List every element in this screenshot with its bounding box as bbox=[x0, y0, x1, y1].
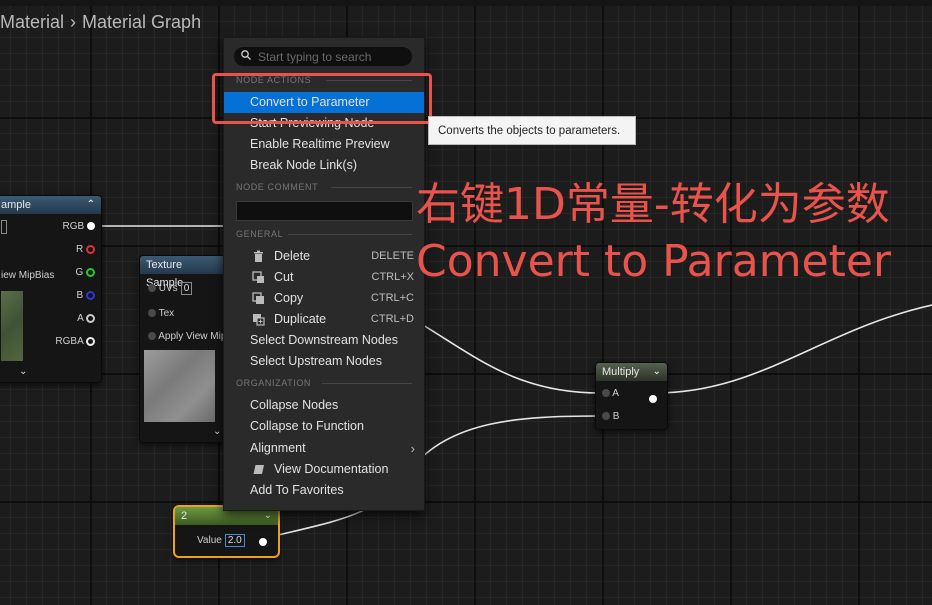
multiply-node[interactable]: Multiply ⌄ A B bbox=[595, 362, 668, 430]
output-pin[interactable] bbox=[649, 390, 657, 408]
pin-rgb[interactable]: RGB bbox=[63, 221, 95, 232]
input-a[interactable]: A bbox=[602, 388, 619, 399]
constant-node[interactable]: 2 ⌄ Value 2.0 bbox=[173, 505, 280, 558]
menu-item-cut[interactable]: Cut CTRL+X bbox=[224, 267, 424, 288]
input-b[interactable]: B bbox=[602, 411, 619, 422]
input-uvs[interactable]: UVs 0 bbox=[148, 282, 193, 295]
pin-circle-icon bbox=[86, 313, 95, 323]
uvs-input-box[interactable] bbox=[1, 220, 7, 234]
annotation-chinese: 右键1D常量-转化为参数 bbox=[416, 179, 890, 230]
pin-circle-icon bbox=[148, 284, 156, 293]
annotation-english: Convert to Parameter bbox=[416, 236, 892, 287]
trash-icon bbox=[254, 250, 263, 262]
annotation-highlight-box bbox=[212, 73, 432, 124]
pin-circle-icon bbox=[87, 222, 95, 231]
texture-preview bbox=[1, 291, 23, 361]
input-view-mipbias: iew MipBias bbox=[1, 270, 55, 281]
pin-b[interactable]: B bbox=[77, 290, 95, 301]
node-title: 2 bbox=[181, 510, 188, 522]
menu-item-enable-realtime-preview[interactable]: Enable Realtime Preview bbox=[224, 134, 424, 155]
input-apply-view-mip[interactable]: Apply View Mip bbox=[148, 331, 226, 342]
pin-circle-icon bbox=[602, 412, 610, 421]
pin-r[interactable]: R bbox=[76, 244, 95, 255]
section-node-comment: NODE COMMENT bbox=[236, 182, 412, 192]
book-icon bbox=[252, 464, 264, 475]
constant-value-row: Value 2.0 bbox=[197, 534, 245, 547]
node-title: ample bbox=[1, 199, 31, 211]
pin-circle-icon bbox=[86, 290, 95, 300]
texture-sample-node[interactable]: Texture Sample UVs 0 Tex Apply View Mip ⌄ bbox=[139, 255, 229, 443]
node-title: Multiply bbox=[602, 366, 640, 378]
node-header: ample ⌃ bbox=[0, 196, 101, 214]
pin-circle-icon bbox=[649, 394, 657, 403]
node-header: Texture Sample bbox=[140, 256, 228, 289]
cut-icon bbox=[252, 271, 264, 283]
pin-rgba[interactable]: RGBA bbox=[55, 336, 95, 347]
menu-item-collapse-nodes[interactable]: Collapse Nodes bbox=[224, 395, 424, 416]
menu-item-duplicate[interactable]: Duplicate CTRL+D bbox=[224, 309, 424, 330]
node-header: Multiply ⌄ bbox=[596, 363, 667, 381]
menu-item-select-downstream-nodes[interactable]: Select Downstream Nodes bbox=[224, 330, 424, 351]
collapse-icon[interactable]: ⌃ bbox=[87, 196, 95, 214]
pin-circle-icon bbox=[148, 332, 156, 341]
menu-item-view-documentation[interactable]: View Documentation bbox=[224, 459, 424, 480]
search-input[interactable] bbox=[258, 48, 408, 65]
pin-circle-icon bbox=[86, 244, 95, 254]
copy-icon bbox=[252, 292, 264, 304]
menu-item-break-node-links[interactable]: Break Node Link(s) bbox=[224, 155, 424, 176]
menu-item-alignment[interactable]: Alignment › bbox=[224, 438, 424, 459]
input-tex[interactable]: Tex bbox=[148, 308, 174, 319]
search-icon bbox=[241, 50, 251, 60]
texture-sample-node-left[interactable]: ample ⌃ RGB R G B A RGBA iew MipBias ⌄ bbox=[0, 195, 102, 383]
section-general: GENERAL bbox=[236, 229, 412, 239]
menu-item-add-to-favorites[interactable]: Add To Favorites bbox=[224, 480, 424, 501]
pin-circle-icon bbox=[86, 267, 95, 277]
expand-icon[interactable]: ⌄ bbox=[213, 426, 221, 437]
chevron-down-icon[interactable]: ⌄ bbox=[653, 363, 661, 381]
pin-circle-icon bbox=[148, 309, 156, 318]
menu-item-copy[interactable]: Copy CTRL+C bbox=[224, 288, 424, 309]
pin-circle-icon bbox=[602, 389, 610, 398]
section-organization: ORGANIZATION bbox=[236, 378, 412, 388]
constant-value-field[interactable]: 2.0 bbox=[224, 534, 245, 547]
chevron-right-icon: › bbox=[410, 441, 415, 456]
pin-g[interactable]: G bbox=[75, 267, 95, 278]
node-comment-input[interactable] bbox=[236, 201, 413, 221]
wire-multiply-out bbox=[654, 304, 932, 394]
pin-circle-icon bbox=[86, 336, 95, 346]
menu-item-delete[interactable]: Delete DELETE bbox=[224, 246, 424, 267]
pin-circle-icon bbox=[259, 537, 267, 546]
pin-a[interactable]: A bbox=[77, 313, 95, 324]
texture-preview bbox=[144, 350, 215, 422]
expand-icon[interactable]: ⌄ bbox=[19, 366, 27, 377]
wire-to-multiply-a bbox=[422, 324, 601, 394]
duplicate-icon bbox=[253, 314, 265, 326]
output-pin[interactable] bbox=[259, 533, 267, 551]
tooltip: Converts the objects to parameters. bbox=[428, 116, 636, 145]
menu-search[interactable] bbox=[234, 47, 412, 66]
menu-item-collapse-to-function[interactable]: Collapse to Function bbox=[224, 416, 424, 437]
menu-item-select-upstream-nodes[interactable]: Select Upstream Nodes bbox=[224, 351, 424, 372]
uvs-value-field[interactable]: 0 bbox=[180, 282, 193, 295]
